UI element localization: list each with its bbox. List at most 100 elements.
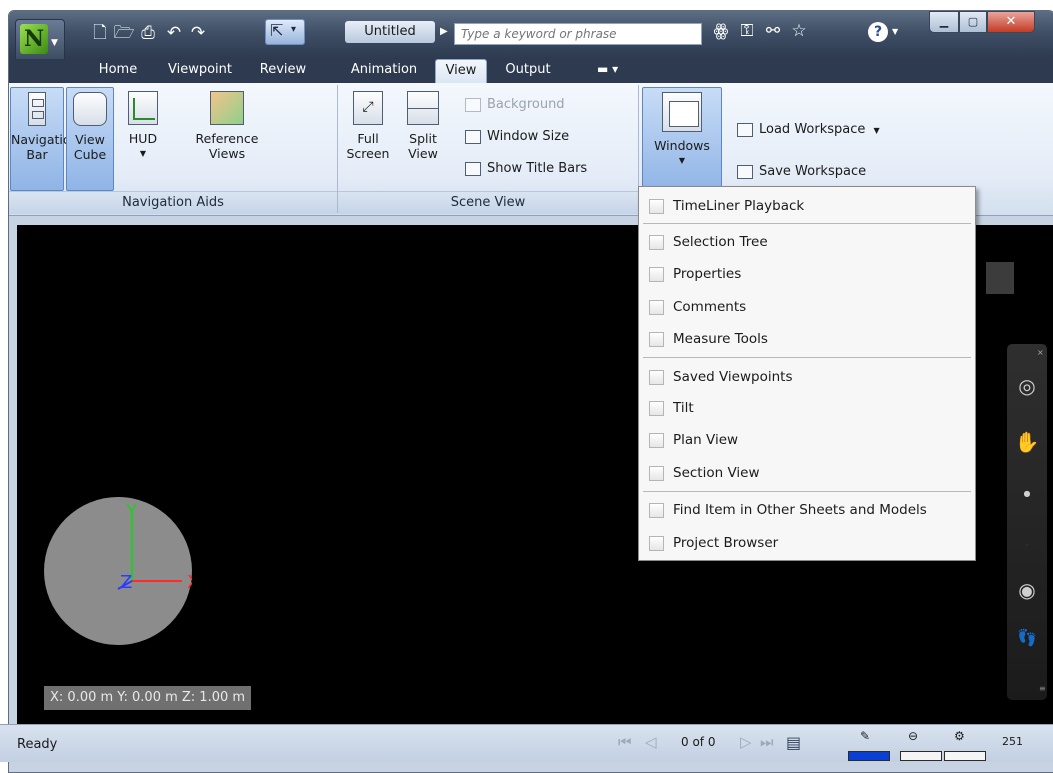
tab-animation[interactable]: Animation <box>341 59 427 83</box>
reference-views-map-icon <box>210 91 244 125</box>
menu-item-timeliner-playback[interactable]: TimeLiner Playback <box>639 194 975 220</box>
close-icon[interactable]: × <box>1037 348 1044 357</box>
menu-item-label: Project Browser <box>673 535 779 551</box>
full-screen-button[interactable]: ⤢ Full Screen <box>343 87 393 191</box>
checkbox[interactable] <box>649 466 664 481</box>
menu-item-properties[interactable]: Properties <box>639 262 975 288</box>
checkbox[interactable] <box>649 267 664 282</box>
menu-item-plan-view[interactable]: Plan View <box>639 428 975 454</box>
load-workspace-button[interactable]: Load Workspace ▼ <box>737 118 880 142</box>
checkbox[interactable] <box>649 332 664 347</box>
expand-search-icon[interactable]: ▶ <box>440 26 448 37</box>
tab-viewpoint[interactable]: Viewpoint <box>157 59 243 83</box>
last-sheet-icon[interactable]: ⏭ <box>760 733 774 751</box>
y-axis-label: Y <box>125 501 138 522</box>
maximize-button[interactable]: ▢ <box>959 11 987 33</box>
window-size-button[interactable]: Window Size <box>465 125 569 149</box>
web-server-gauge[interactable] <box>944 739 986 761</box>
network-icon: ⚙ <box>954 729 965 743</box>
redo-icon[interactable]: ↷ <box>187 21 209 45</box>
reference-views-label-line2: Views <box>208 146 246 161</box>
disk-gauge[interactable] <box>900 739 942 761</box>
close-button[interactable]: ✕ <box>987 11 1035 33</box>
menu-separator <box>643 223 971 224</box>
menu-item-label: Comments <box>673 299 747 315</box>
show-title-bars-label: Show Title Bars <box>487 161 588 176</box>
menu-item-measure-tools[interactable]: Measure Tools <box>639 327 975 353</box>
binoculars-icon[interactable]: ꙮ <box>709 21 733 41</box>
split-view-label-line1: Split <box>409 131 437 146</box>
steering-wheel-icon[interactable]: ◎ <box>1013 372 1041 400</box>
chevron-down-icon: ▼ <box>51 38 58 48</box>
windows-icon <box>662 92 702 132</box>
window-size-label: Window Size <box>487 129 570 144</box>
pan-hand-icon[interactable]: ✋ <box>1013 428 1041 456</box>
first-sheet-icon[interactable]: ⏮ <box>618 733 632 751</box>
hud-button[interactable]: HUD ▼ <box>119 87 167 191</box>
disk-icon: ⊖ <box>908 729 919 743</box>
checkbox[interactable] <box>649 503 664 518</box>
previous-sheet-icon[interactable]: ◁ <box>645 733 657 751</box>
navigation-bar-button[interactable]: Navigation Bar <box>10 87 79 191</box>
new-file-icon[interactable]: 🗋 <box>89 21 111 45</box>
next-sheet-icon[interactable]: ▷ <box>740 733 752 751</box>
look-around-eye-icon[interactable]: ◉ <box>1013 576 1041 604</box>
checkbox[interactable] <box>649 199 664 214</box>
split-view-button[interactable]: Split View <box>397 87 449 191</box>
favorites-star-icon[interactable]: ☆ <box>787 21 811 41</box>
communication-center-icon[interactable]: ⚯ <box>761 21 785 41</box>
background-label: Background <box>487 97 565 112</box>
undo-icon[interactable]: ↶ <box>163 21 185 45</box>
windows-button[interactable]: Windows ▼ <box>642 87 722 193</box>
axis-gizmo: Y X Z <box>117 501 192 593</box>
navbar-menu-icon[interactable]: ≡ <box>1039 684 1046 693</box>
subscription-key-icon[interactable]: ⚿ <box>735 21 759 41</box>
orbit-icon[interactable]: · <box>1013 532 1041 560</box>
project-browser-icon[interactable]: ▤ <box>786 733 801 752</box>
menu-item-tilt[interactable]: Tilt <box>639 396 975 422</box>
viewcube-placeholder[interactable] <box>986 262 1014 294</box>
help-icon[interactable]: ? <box>868 22 888 42</box>
select-tool-button[interactable]: ⇱ ▾ <box>265 19 305 45</box>
checkbox[interactable] <box>649 370 664 385</box>
split-view-icon <box>407 91 439 125</box>
show-title-bars-button[interactable]: Show Title Bars <box>465 157 587 181</box>
tab-home[interactable]: Home <box>87 59 149 83</box>
chevron-down-icon[interactable]: ▼ <box>892 27 898 36</box>
tab-review[interactable]: Review <box>249 59 317 83</box>
tab-view[interactable]: View <box>435 59 487 83</box>
tab-overflow-icon[interactable]: ▬ ▾ <box>597 62 618 76</box>
checkbox[interactable] <box>649 401 664 416</box>
reference-views-button[interactable]: Reference Views <box>181 87 273 191</box>
checkbox[interactable] <box>649 300 664 315</box>
chevron-down-icon: ▾ <box>291 24 297 35</box>
menu-item-section-view[interactable]: Section View <box>639 461 975 487</box>
title-bars-icon <box>465 161 481 176</box>
zoom-icon[interactable]: ● <box>1013 480 1041 508</box>
windows-label: Windows <box>654 138 710 153</box>
checkbox[interactable] <box>649 536 664 551</box>
checkbox[interactable] <box>649 433 664 448</box>
title-bar: N ▼ 🗋 🗁 ⎙ ↶ ↷ ⇱ ▾ Untitled ▶ ꙮ ⚿ ⚯ ☆ ? ▼… <box>9 11 1053 63</box>
checkbox[interactable] <box>649 235 664 250</box>
search-input[interactable] <box>454 23 702 45</box>
application-menu-button[interactable]: N ▼ <box>15 19 65 63</box>
ribbon-tabs: Home Viewpoint Review Animation View Out… <box>9 59 1053 83</box>
menu-item-label: Measure Tools <box>673 331 768 347</box>
navigation-bar-label-line1: Navigation <box>11 132 79 147</box>
menu-item-find-item-in-other-sheets[interactable]: Find Item in Other Sheets and Models <box>639 498 975 524</box>
tab-output[interactable]: Output <box>495 59 561 83</box>
menu-item-label: Tilt <box>673 400 694 416</box>
navigation-bar: × ◎ ✋ ● · ◉ 👣 ≡ <box>1007 344 1047 700</box>
menu-item-comments[interactable]: Comments <box>639 295 975 321</box>
menu-item-saved-viewpoints[interactable]: Saved Viewpoints <box>639 365 975 391</box>
minimize-button[interactable]: ▁ <box>929 11 959 33</box>
hud-icon <box>128 91 158 125</box>
menu-item-project-browser[interactable]: Project Browser <box>639 531 975 557</box>
print-icon[interactable]: ⎙ <box>137 21 159 45</box>
open-folder-icon[interactable]: 🗁 <box>113 21 135 45</box>
walk-footprints-icon[interactable]: 👣 <box>1013 624 1041 652</box>
save-workspace-button[interactable]: Save Workspace <box>737 160 866 184</box>
view-cube-button[interactable]: View Cube <box>66 87 114 191</box>
menu-item-selection-tree[interactable]: Selection Tree <box>639 230 975 256</box>
